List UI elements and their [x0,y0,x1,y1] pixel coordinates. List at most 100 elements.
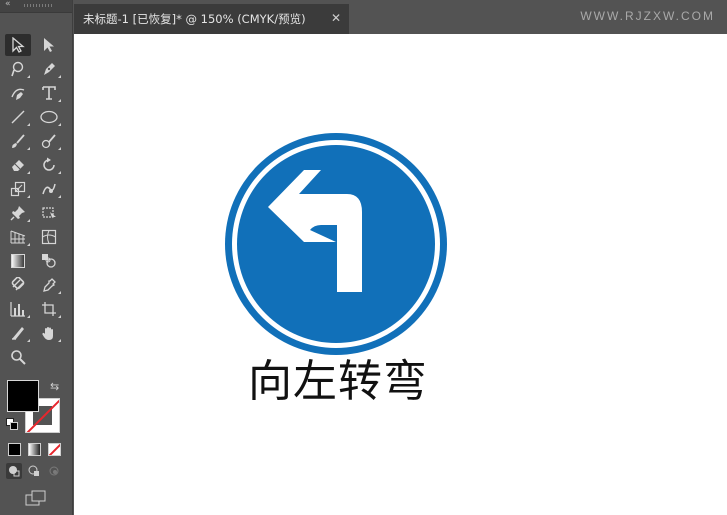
pushpin-icon [10,205,26,221]
sign-blue-disc[interactable] [237,145,435,343]
artboard-canvas[interactable]: 向左转弯 [74,34,727,515]
eraser-icon [10,157,26,173]
collapse-panel-icon[interactable]: « [5,0,10,9]
tool-flyout-indicator [58,171,61,174]
magic-wand-icon [10,61,26,77]
free-transform-tool[interactable] [36,202,62,224]
warp-tool[interactable] [36,178,62,200]
perspective-grid-icon [10,229,26,245]
gradient-icon [10,253,26,269]
close-tab-icon[interactable]: ✕ [331,11,341,25]
line-tool[interactable] [5,106,31,128]
slice-knife-icon [10,325,26,341]
selection-arrow-icon [11,37,25,53]
rotate-tool[interactable] [36,154,62,176]
blob-brush-tool[interactable] [36,130,62,152]
color-mode-buttons [8,443,61,456]
gradient-tool[interactable] [5,250,31,272]
tool-flyout-indicator [27,75,30,78]
curvature-tool[interactable] [5,82,31,104]
gradient-mode-button[interactable] [28,443,41,456]
eyedropper-icon [41,277,57,293]
scale-icon [10,181,26,197]
column-graph-tool[interactable] [5,298,31,320]
line-segment-icon [10,109,26,125]
tool-flyout-indicator [27,195,30,198]
color-mode-button[interactable] [8,443,21,456]
tools-panel-header[interactable]: « [0,0,72,13]
warp-icon [41,181,57,197]
artboard-icon [41,301,57,317]
zoom-tool[interactable] [5,346,31,368]
tool-flyout-indicator [58,291,61,294]
blend-tool[interactable] [36,250,62,272]
scale-tool[interactable] [5,178,31,200]
swap-fill-stroke-icon[interactable]: ⇆ [50,380,59,393]
draw-normal-button[interactable] [6,463,22,479]
shape-builder-tool[interactable] [5,274,31,296]
mesh-tool[interactable] [36,226,62,248]
site-watermark: WWW.RJZXW.COM [580,9,715,23]
panel-grip[interactable] [24,4,52,7]
tool-flyout-indicator [58,123,61,126]
tool-flyout-indicator [27,171,30,174]
shape-builder-icon [10,277,26,293]
tool-flyout-indicator [58,315,61,318]
mesh-icon [41,229,57,245]
type-tool[interactable] [36,82,62,104]
none-mode-button[interactable] [48,443,61,456]
tool-flyout-indicator [58,195,61,198]
curvature-pen-icon [10,85,26,101]
selection-tool[interactable] [5,34,31,56]
document-tab-bar: 未标题-1 [已恢复]* @ 150% (CMYK/预览) ✕ WWW.RJZX… [74,0,727,34]
ellipse-icon [40,110,58,124]
turn-left-sign[interactable] [211,132,461,357]
ellipse-tool[interactable] [36,106,62,128]
draw-behind-icon [28,465,39,476]
hand-tool[interactable] [36,322,62,344]
paintbrush-icon [10,133,26,149]
eraser-tool[interactable] [5,154,31,176]
tool-flyout-indicator [27,243,30,246]
type-icon [41,85,57,101]
tool-flyout-indicator [58,339,61,342]
illustrator-window: « ⇆ 未标题-1 [已恢复]* @ 150% (CMYK/预览) ✕ WWW.… [0,0,727,515]
draw-normal-icon [9,466,20,477]
rotate-icon [41,157,57,173]
puppet-warp-tool[interactable] [5,202,31,224]
hand-icon [41,325,57,341]
direct-selection-arrow-icon [42,37,56,53]
slice-tool[interactable] [5,322,31,344]
blob-brush-icon [41,133,57,149]
paintbrush-tool[interactable] [5,130,31,152]
direct-selection-tool[interactable] [36,34,62,56]
sign-caption-text[interactable]: 向左转弯 [248,360,438,404]
artboard-tool[interactable] [36,298,62,320]
drawing-mode-buttons [6,463,62,479]
pen-tool[interactable] [36,58,62,80]
tool-flyout-indicator [27,147,30,150]
bar-graph-icon [10,301,26,317]
free-transform-icon [41,205,57,221]
tools-panel: « ⇆ [0,0,73,515]
screen-mode-icon[interactable] [25,490,47,506]
tool-flyout-indicator [58,75,61,78]
tool-flyout-indicator [27,339,30,342]
perspective-grid-tool[interactable] [5,226,31,248]
default-fill-stroke-icon[interactable] [6,418,18,430]
draw-inside-icon [49,466,59,476]
tool-flyout-indicator [27,219,30,222]
fill-color-swatch[interactable] [7,380,39,412]
tool-flyout-indicator [58,147,61,150]
document-tab[interactable]: 未标题-1 [已恢复]* @ 150% (CMYK/预览) ✕ [74,4,349,34]
tool-flyout-indicator [27,315,30,318]
magic-wand-tool[interactable] [5,58,31,80]
tool-flyout-indicator [58,99,61,102]
draw-behind-button[interactable] [26,463,42,479]
magnifier-icon [10,349,26,365]
pen-icon [41,61,57,77]
draw-inside-button[interactable] [46,463,62,479]
document-tab-title: 未标题-1 [已恢复]* @ 150% (CMYK/预览) [83,12,306,26]
tool-flyout-indicator [27,123,30,126]
eyedropper-tool[interactable] [36,274,62,296]
